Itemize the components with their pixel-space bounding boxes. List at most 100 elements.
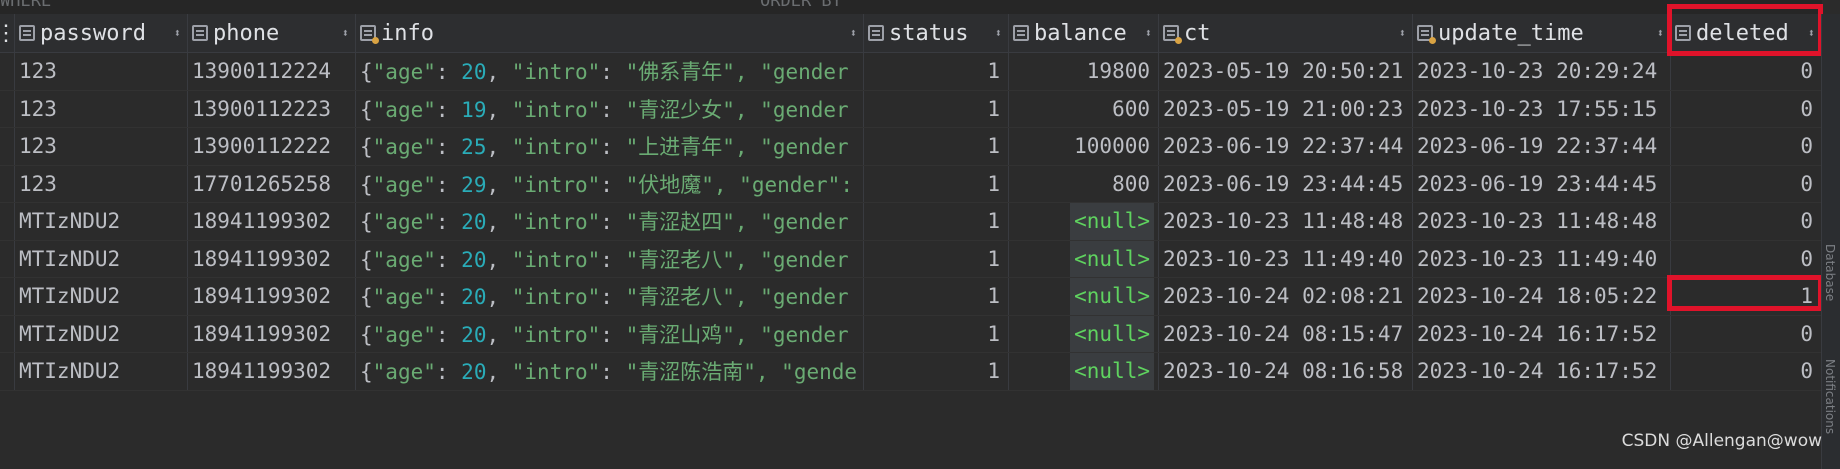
table-row[interactable]: 123 13900112223 {"age": 19, "intro": "青涩少女… [0, 90, 1822, 128]
table-row[interactable]: MTIzNDU2 18941199302 {"age": 20, "intro": … [0, 278, 1822, 316]
cell-phone[interactable]: 13900112223 [188, 90, 356, 127]
column-header-status[interactable]: status ⬍ [864, 14, 1009, 52]
column-header-deleted[interactable]: deleted ⬍ [1671, 14, 1822, 52]
cell-deleted[interactable]: 0 [1671, 128, 1822, 165]
cell-ct[interactable]: 2023-05-19 20:50:21 [1159, 53, 1413, 90]
row-gutter[interactable] [0, 53, 15, 90]
cell-password[interactable]: MTIzNDU2 [15, 353, 188, 390]
cell-ct[interactable]: 2023-05-19 21:00:23 [1159, 90, 1413, 127]
table-row[interactable]: 123 17701265258 {"age": 29, "intro": "伏地魔"… [0, 165, 1822, 203]
cell-balance[interactable]: <null> [1009, 278, 1159, 315]
cell-update-time[interactable]: 2023-10-23 11:48:48 [1413, 203, 1671, 240]
cell-update-time[interactable]: 2023-10-24 16:17:52 [1413, 353, 1671, 390]
cell-status[interactable]: 1 [864, 53, 1009, 90]
cell-status[interactable]: 1 [864, 128, 1009, 165]
row-gutter[interactable] [0, 203, 15, 240]
database-tool-label[interactable]: Database [1823, 244, 1837, 301]
sort-icon[interactable]: ⬍ [1145, 26, 1152, 40]
cell-deleted[interactable]: 0 [1671, 315, 1822, 352]
cell-phone[interactable]: 18941199302 [188, 353, 356, 390]
cell-ct[interactable]: 2023-06-19 23:44:45 [1159, 165, 1413, 202]
cell-update-time[interactable]: 2023-06-19 23:44:45 [1413, 165, 1671, 202]
cell-update-time[interactable]: 2023-06-19 22:37:44 [1413, 128, 1671, 165]
table-row[interactable]: 123 13900112224 {"age": 20, "intro": "佛系青年… [0, 53, 1822, 91]
cell-update-time[interactable]: 2023-10-23 20:29:24 [1413, 53, 1671, 90]
cell-phone[interactable]: 13900112224 [188, 53, 356, 90]
cell-info[interactable]: {"age": 20, "intro": "佛系青年", "gender [356, 53, 864, 90]
cell-password[interactable]: 123 [15, 128, 188, 165]
cell-info[interactable]: {"age": 19, "intro": "青涩少女", "gender [356, 90, 864, 127]
cell-status[interactable]: 1 [864, 240, 1009, 277]
cell-balance[interactable]: 19800 [1009, 53, 1159, 90]
cell-status[interactable]: 1 [864, 165, 1009, 202]
row-gutter[interactable] [0, 315, 15, 352]
cell-balance[interactable]: 100000 [1009, 128, 1159, 165]
column-header-password[interactable]: password ⬍ [15, 14, 188, 52]
cell-phone[interactable]: 18941199302 [188, 203, 356, 240]
column-header-info[interactable]: info ⬍ [356, 14, 864, 52]
cell-ct[interactable]: 2023-10-23 11:48:48 [1159, 203, 1413, 240]
cell-update-time[interactable]: 2023-10-23 11:49:40 [1413, 240, 1671, 277]
sort-icon[interactable]: ⬍ [174, 26, 181, 40]
cell-deleted[interactable]: 0 [1671, 53, 1822, 90]
cell-balance[interactable]: 600 [1009, 90, 1159, 127]
table-row[interactable]: MTIzNDU2 18941199302 {"age": 20, "intro": … [0, 353, 1822, 391]
cell-ct[interactable]: 2023-10-24 02:08:21 [1159, 278, 1413, 315]
cell-password[interactable]: MTIzNDU2 [15, 315, 188, 352]
cell-ct[interactable]: 2023-10-24 08:16:58 [1159, 353, 1413, 390]
table-row[interactable]: MTIzNDU2 18941199302 {"age": 20, "intro": … [0, 240, 1822, 278]
cell-status[interactable]: 1 [864, 315, 1009, 352]
cell-phone[interactable]: 13900112222 [188, 128, 356, 165]
cell-update-time[interactable]: 2023-10-24 18:05:22 [1413, 278, 1671, 315]
sort-icon[interactable]: ⬍ [1399, 26, 1406, 40]
cell-deleted[interactable]: 0 [1671, 165, 1822, 202]
cell-password[interactable]: MTIzNDU2 [15, 278, 188, 315]
cell-update-time[interactable]: 2023-10-24 16:17:52 [1413, 315, 1671, 352]
cell-info[interactable]: {"age": 25, "intro": "上进青年", "gender [356, 128, 864, 165]
table-row[interactable]: 123 13900112222 {"age": 25, "intro": "上进青年… [0, 128, 1822, 166]
column-header-balance[interactable]: balance ⬍ [1009, 14, 1159, 52]
cell-ct[interactable]: 2023-06-19 22:37:44 [1159, 128, 1413, 165]
cell-password[interactable]: 123 [15, 165, 188, 202]
cell-info[interactable]: {"age": 20, "intro": "青涩陈浩南", "gende [356, 353, 864, 390]
cell-phone[interactable]: 17701265258 [188, 165, 356, 202]
cell-deleted[interactable]: 0 [1671, 353, 1822, 390]
cell-info[interactable]: {"age": 20, "intro": "青涩赵四", "gender [356, 203, 864, 240]
cell-phone[interactable]: 18941199302 [188, 315, 356, 352]
cell-phone[interactable]: 18941199302 [188, 240, 356, 277]
column-header-update-time[interactable]: update_time ⬍ [1413, 14, 1671, 52]
table-row[interactable]: MTIzNDU2 18941199302 {"age": 20, "intro": … [0, 203, 1822, 241]
notifications-tool-label[interactable]: Notifications [1823, 359, 1837, 434]
cell-password[interactable]: MTIzNDU2 [15, 240, 188, 277]
row-gutter[interactable] [0, 240, 15, 277]
cell-balance[interactable]: <null> [1009, 353, 1159, 390]
cell-deleted[interactable]: 0 [1671, 240, 1822, 277]
cell-password[interactable]: 123 [15, 90, 188, 127]
cell-info[interactable]: {"age": 20, "intro": "青涩山鸡", "gender [356, 315, 864, 352]
cell-deleted[interactable]: 1 [1671, 278, 1822, 315]
cell-balance[interactable]: <null> [1009, 315, 1159, 352]
sort-icon[interactable]: ⬍ [1808, 26, 1815, 40]
sort-icon[interactable]: ⬍ [1657, 26, 1664, 40]
row-gutter[interactable] [0, 128, 15, 165]
cell-ct[interactable]: 2023-10-23 11:49:40 [1159, 240, 1413, 277]
row-gutter[interactable] [0, 90, 15, 127]
column-header-ct[interactable]: ct ⬍ [1159, 14, 1413, 52]
cell-password[interactable]: MTIzNDU2 [15, 203, 188, 240]
cell-deleted[interactable]: 0 [1671, 203, 1822, 240]
row-gutter[interactable] [0, 165, 15, 202]
sort-icon[interactable]: ⬍ [850, 26, 857, 40]
column-header-phone[interactable]: phone ⬍ [188, 14, 356, 52]
cell-phone[interactable]: 18941199302 [188, 278, 356, 315]
sort-icon[interactable]: ⬍ [342, 26, 349, 40]
cell-status[interactable]: 1 [864, 90, 1009, 127]
row-gutter[interactable] [0, 278, 15, 315]
cell-balance[interactable]: 800 [1009, 165, 1159, 202]
table-row[interactable]: MTIzNDU2 18941199302 {"age": 20, "intro": … [0, 315, 1822, 353]
cell-info[interactable]: {"age": 20, "intro": "青涩老八", "gender [356, 240, 864, 277]
cell-update-time[interactable]: 2023-10-23 17:55:15 [1413, 90, 1671, 127]
cell-status[interactable]: 1 [864, 278, 1009, 315]
cell-deleted[interactable]: 0 [1671, 90, 1822, 127]
cell-balance[interactable]: <null> [1009, 203, 1159, 240]
sort-icon[interactable]: ⬍ [995, 26, 1002, 40]
